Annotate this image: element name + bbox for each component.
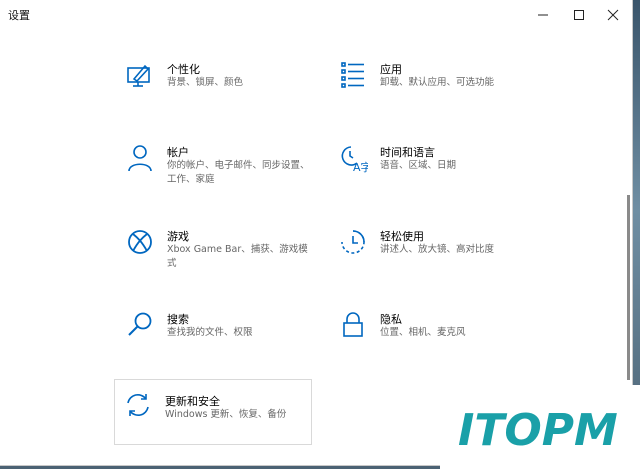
tile-title: 搜索 xyxy=(167,313,189,326)
tile-title: 个性化 xyxy=(167,63,200,76)
watermark-text: ITOPM xyxy=(458,405,618,456)
xbox-icon xyxy=(128,230,152,254)
time-language-icon: A字 xyxy=(341,146,368,173)
lock-icon xyxy=(343,312,363,337)
tile-description: 背景、锁屏、颜色 xyxy=(167,77,244,88)
tile-description: 语音、区域、日期 xyxy=(380,160,457,171)
tile-apps[interactable]: 应用 卸载、默认应用、可选功能 xyxy=(330,60,530,124)
maximize-icon xyxy=(574,10,584,20)
tile-title: 更新和安全 xyxy=(165,395,220,408)
minimize-button[interactable] xyxy=(524,0,562,30)
tile-description: 位置、相机、麦克风 xyxy=(380,327,466,338)
close-button[interactable] xyxy=(594,0,632,30)
tile-update-security[interactable]: 更新和安全 Windows 更新、恢复、备份 xyxy=(114,379,312,445)
personalization-icon xyxy=(127,64,150,87)
search-icon xyxy=(128,312,152,336)
tile-description: Xbox Game Bar、捕获、游戏模式 xyxy=(167,244,308,269)
minimize-icon xyxy=(538,14,548,16)
tile-title: 帐户 xyxy=(167,146,189,159)
tile-ease-of-access[interactable]: 轻松使用 讲述人、放大镜、高对比度 xyxy=(330,227,530,291)
tile-description: Windows 更新、恢复、备份 xyxy=(165,409,287,420)
apps-icon xyxy=(341,62,364,88)
tile-title: 游戏 xyxy=(167,230,189,243)
maximize-button[interactable] xyxy=(560,0,598,30)
account-icon xyxy=(128,145,152,172)
tile-time-language[interactable]: A字 时间和语言 语音、区域、日期 xyxy=(330,143,530,207)
tile-search[interactable]: 搜索 查找我的文件、权限 xyxy=(117,310,317,374)
sync-icon xyxy=(127,394,149,416)
tile-description: 讲述人、放大镜、高对比度 xyxy=(380,244,495,255)
tile-title: 轻松使用 xyxy=(380,230,424,243)
tile-gaming[interactable]: 游戏 Xbox Game Bar、捕获、游戏模式 xyxy=(117,227,317,291)
title-bar[interactable]: 设置 xyxy=(0,0,632,30)
tile-accounts[interactable]: 帐户 你的帐户、电子邮件、同步设置、工作、家庭 xyxy=(117,143,317,207)
tile-description: 查找我的文件、权限 xyxy=(167,327,253,338)
ease-of-access-icon xyxy=(341,230,365,254)
tile-privacy[interactable]: 隐私 位置、相机、麦克风 xyxy=(330,310,530,374)
watermark-svg: ITOPM xyxy=(458,405,618,456)
window-title: 设置 xyxy=(8,9,30,22)
tile-title: 隐私 xyxy=(380,313,402,326)
tile-title: 时间和语言 xyxy=(380,146,435,159)
svg-text:A字: A字 xyxy=(353,160,368,173)
watermark-logo: ITOPM xyxy=(440,385,640,469)
tile-description: 卸载、默认应用、可选功能 xyxy=(380,77,495,88)
close-icon xyxy=(607,9,619,21)
tile-description: 你的帐户、电子邮件、同步设置、工作、家庭 xyxy=(167,160,310,185)
scrollbar[interactable] xyxy=(627,195,630,380)
tile-personalization[interactable]: 个性化 背景、锁屏、颜色 xyxy=(117,60,317,124)
tile-title: 应用 xyxy=(380,63,402,76)
